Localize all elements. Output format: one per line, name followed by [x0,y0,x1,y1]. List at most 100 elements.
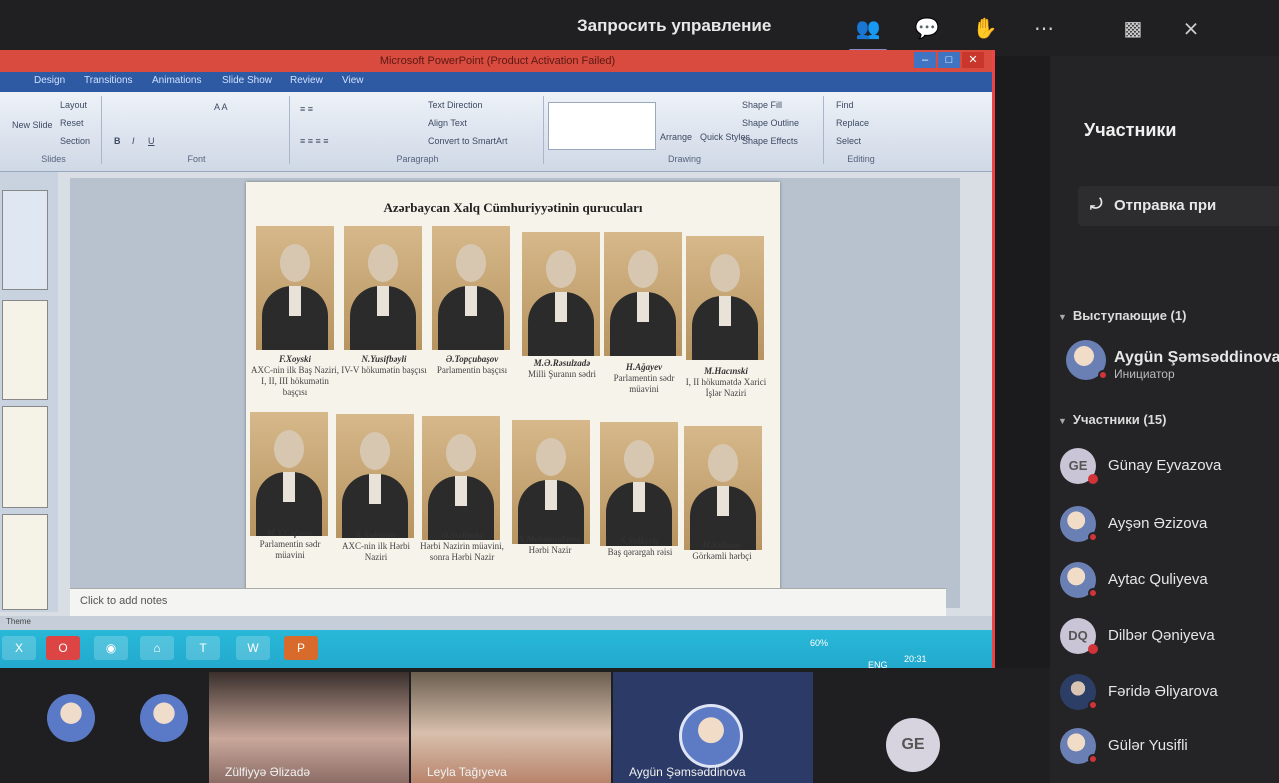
convert-smartart-button[interactable]: Convert to SmartArt [428,136,508,146]
tab-transitions[interactable]: Transitions [84,75,133,86]
camera-off-icon[interactable]: ▩ [1118,14,1148,44]
shared-screen: Microsoft PowerPoint (Product Activation… [0,50,995,688]
video-tile[interactable]: Aygün Şəmsəddinova [613,672,813,783]
participant-item[interactable]: Ayşən Əzizova [1060,506,1279,546]
section-button[interactable]: Section [60,136,90,146]
reactions-icon[interactable]: ✋ [970,14,1000,44]
slide-thumbnail[interactable] [2,514,48,610]
font-size-up-icon[interactable]: A A [214,102,228,112]
slide-thumbnails [0,172,58,612]
tab-review[interactable]: Review [290,75,323,86]
people-icon[interactable]: 👥 [849,14,887,52]
media-player-icon[interactable]: ◉ [94,636,128,660]
shapes-gallery[interactable] [548,102,656,150]
minimize-icon[interactable]: – [914,52,936,68]
caption: Ə.Topçubaşov Parlamentin başçısı [436,354,508,375]
text-direction-button[interactable]: Text Direction [428,100,483,110]
align-text-button[interactable]: Align Text [428,118,467,128]
video-tile-name: Aygün Şəmsəddinova [629,765,746,779]
underline-button[interactable]: U [148,136,155,146]
share-invite-button[interactable]: ⤾ Отправка при [1078,186,1279,226]
participant-name: Aygün Şəmsəddinova [1114,349,1279,366]
slide-thumbnail[interactable] [2,190,48,290]
participant-item[interactable]: Gülər Yusifli [1060,728,1279,768]
editing-group: Find Replace Select Editing [826,96,896,164]
caption: X.Sultanov AXC-nin ilk Hərbi Naziri [342,530,410,562]
restore-icon[interactable]: □ [938,52,960,68]
mic-off-icon[interactable]: ⨯ [1176,14,1206,44]
caption: S.Sulkeviç Baş qərargah rəisi [607,536,673,557]
participant-item[interactable]: DQ Dilbər Qəniyeva [1060,618,1279,658]
tab-animations[interactable]: Animations [152,75,201,86]
caption: H.Ağayev Parlamentin sədr müavini [613,362,675,394]
caption: M.Hacınski I, II hökumətdə Xarici İşlər N… [685,366,767,398]
shape-effects-button[interactable]: Shape Effects [742,136,798,146]
chat-icon[interactable]: 💬 [912,14,942,44]
opera-icon[interactable]: O [46,636,80,660]
participant-item[interactable]: Aytac Quliyeva [1060,562,1279,602]
portrait-photo [250,412,328,536]
new-slide-button[interactable]: New Slide [12,120,53,130]
portrait-photo [512,420,590,544]
avatar [1060,674,1098,710]
portrait-photo [686,236,764,360]
slides-group: New Slide Layout Reset Section Slides [6,96,102,164]
participant-video-avatar[interactable] [47,694,95,742]
presenters-header[interactable]: ▼ Выступающие (1) [1058,308,1186,323]
window-title: Microsoft PowerPoint (Product Activation… [379,55,616,67]
powerpoint-title-bar: Microsoft PowerPoint (Product Activation… [0,50,992,72]
notes-pane[interactable]: Click to add notes [70,588,946,616]
request-control-button[interactable]: Запросить управление [577,16,771,36]
video-tile[interactable]: Zülfiyyə Əlizadə [209,672,409,783]
layout-button[interactable]: Layout [60,100,87,110]
replace-button[interactable]: Replace [836,118,869,128]
close-icon[interactable]: ✕ [962,52,984,68]
font-group: B I U A A Font [104,96,290,164]
tab-view[interactable]: View [342,75,364,86]
attendees-header[interactable]: ▼ Участники (15) [1058,412,1166,427]
caret-down-icon: ▼ [1058,416,1067,426]
avatar [1060,506,1098,542]
slide-thumbnail[interactable] [2,406,48,508]
italic-button[interactable]: I [132,136,135,146]
bullets-icon[interactable]: ≡ ≡ [300,104,313,114]
paragraph-group: ≡ ≡ ≡ ≡ ≡ ≡ Text Direction Align Text Co… [292,96,544,164]
ribbon-tabs: Design Transitions Animations Slide Show… [0,72,992,92]
arrange-button[interactable]: Arrange [660,132,692,142]
portrait-photo [604,232,682,356]
teams-icon[interactable]: T [186,636,220,660]
share-label: Отправка при [1114,197,1217,214]
reset-button[interactable]: Reset [60,118,84,128]
participant-name: Gülər Yusifli [1108,737,1188,754]
caption: M.Ə.Rəsulzadə Milli Şuranın sədri [528,358,596,379]
shape-fill-button[interactable]: Shape Fill [742,100,782,110]
participant-item[interactable]: Fəridə Əliyarova [1060,674,1279,714]
align-icons[interactable]: ≡ ≡ ≡ ≡ [300,136,329,146]
tab-slide-show[interactable]: Slide Show [222,75,272,86]
tab-design[interactable]: Design [34,75,65,86]
select-button[interactable]: Select [836,136,861,146]
avatar [1060,562,1098,598]
powerpoint-icon[interactable]: P [284,636,318,660]
participant-item[interactable]: GE Günay Eyvazova [1060,448,1279,488]
shape-outline-button[interactable]: Shape Outline [742,118,799,128]
participant-item[interactable]: Aygün Şəmsəddinova Инициатор [1066,340,1279,381]
status-theme: Theme [6,617,31,626]
bold-button[interactable]: B [114,136,121,146]
find-button[interactable]: Find [836,100,854,110]
word-icon[interactable]: W [236,636,270,660]
home-icon[interactable]: ⌂ [140,636,174,660]
meeting-toolbar: Запросить управление 👥 💬 ✋ ⋯ ▩ ⨯ [0,0,1279,56]
participant-initials-avatar[interactable]: GE [886,718,940,772]
participant-video-avatar[interactable] [140,694,188,742]
slide-thumbnail[interactable] [2,300,48,400]
participant-name: Aytac Quliyeva [1108,571,1208,588]
more-icon[interactable]: ⋯ [1029,14,1059,44]
caption: S.Mehmandarov Hərbi Nazir [519,534,581,555]
participant-name: Dilbər Qəniyeva [1108,627,1215,644]
caption: M.Y.Cəfərov Parlamentin sədr müavini [259,528,321,560]
portrait-photo [432,226,510,350]
excel-icon[interactable]: X [2,636,36,660]
video-tile-name: Zülfiyyə Əlizadə [225,765,311,779]
video-tile[interactable]: Leyla Tağıyeva [411,672,611,783]
